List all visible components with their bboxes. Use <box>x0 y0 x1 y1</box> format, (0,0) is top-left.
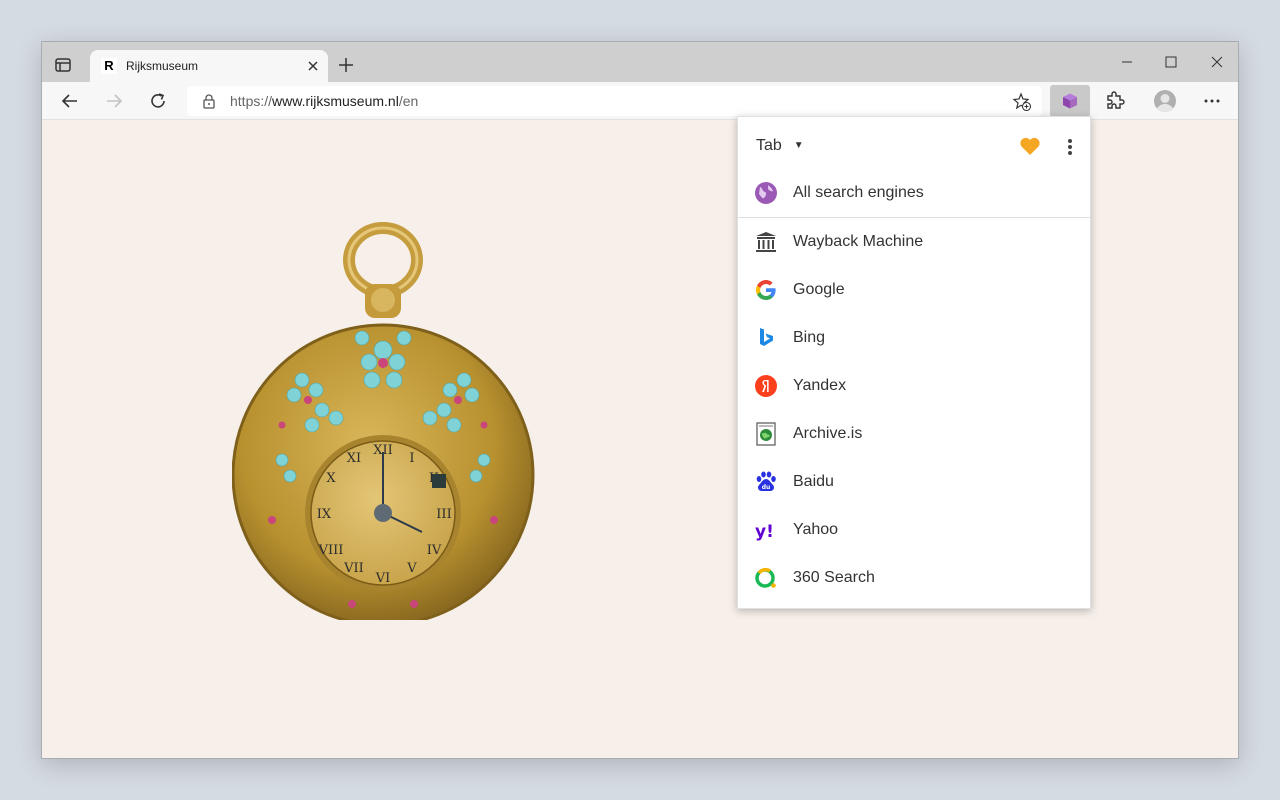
url-path: /en <box>398 93 419 109</box>
engine-item-baidu[interactable]: du Baidu <box>738 458 1090 506</box>
tab-actions-icon[interactable] <box>54 56 72 74</box>
url-host: www.rijksmuseum.nl <box>272 93 399 109</box>
address-bar[interactable]: https://www.rijksmuseum.nl/en <box>187 86 1042 116</box>
svg-text:VIII: VIII <box>318 543 344 558</box>
engine-label: Yandex <box>793 377 847 394</box>
minimize-icon[interactable] <box>1104 52 1150 72</box>
engine-item-yandex[interactable]: Yandex <box>738 362 1090 410</box>
svg-text:X: X <box>326 471 336 486</box>
search-engines-popup: Tab ▼ All search engines Wayback Machine… <box>737 116 1091 609</box>
url-scheme: https:// <box>230 93 273 109</box>
engine-label: Baidu <box>793 473 834 490</box>
heart-icon[interactable] <box>1019 136 1041 156</box>
yahoo-icon: y! <box>755 522 774 542</box>
url-text[interactable]: https://www.rijksmuseum.nl/en <box>230 93 418 109</box>
caret-down-icon: ▼ <box>793 140 804 152</box>
engine-item-wayback[interactable]: Wayback Machine <box>738 218 1090 266</box>
popup-menu-icon[interactable] <box>1060 137 1080 157</box>
baidu-icon: du <box>756 471 776 491</box>
back-icon[interactable] <box>60 91 80 111</box>
engine-label: 360 Search <box>793 569 875 586</box>
svg-text:y!: y! <box>755 522 774 542</box>
pocket-watch-image: XIIIII IIIIVV VIVIIVIII IXXXI <box>232 222 535 620</box>
close-window-icon[interactable] <box>1194 52 1239 72</box>
tab-title: Rijksmuseum <box>126 59 199 73</box>
engine-label: All search engines <box>793 184 924 201</box>
maximize-icon[interactable] <box>1148 52 1194 72</box>
wayback-icon <box>756 232 776 252</box>
engine-label: Archive.is <box>793 425 863 442</box>
lock-icon[interactable] <box>201 93 217 109</box>
bing-icon <box>760 328 773 346</box>
tab-close-icon[interactable] <box>306 59 320 73</box>
engine-label: Bing <box>793 329 826 346</box>
engine-item-yahoo[interactable]: y! Yahoo <box>738 506 1090 554</box>
refresh-icon[interactable] <box>148 91 168 111</box>
open-target-select[interactable]: Tab ▼ <box>756 137 804 155</box>
engine-item-360-search[interactable]: 360 Search <box>738 554 1090 602</box>
engine-label: Google <box>793 281 845 298</box>
engine-item-all[interactable]: All search engines <box>738 169 1090 217</box>
person-icon <box>1156 94 1174 112</box>
tab-strip: R Rijksmuseum <box>42 42 1238 82</box>
svg-text:III: III <box>436 507 451 522</box>
engine-label: Yahoo <box>793 521 839 538</box>
browser-tab[interactable]: R Rijksmuseum <box>90 50 328 82</box>
archive-is-icon <box>756 422 776 446</box>
svg-text:V: V <box>406 561 417 576</box>
engine-item-google[interactable]: Google <box>738 266 1090 314</box>
popup-header: Tab ▼ <box>738 117 1090 173</box>
svg-text:XI: XI <box>347 451 361 466</box>
engine-item-bing[interactable]: Bing <box>738 314 1090 362</box>
svg-text:du: du <box>762 484 771 491</box>
svg-text:VI: VI <box>375 571 391 586</box>
svg-text:IX: IX <box>317 507 332 522</box>
search-extension-button[interactable] <box>1050 85 1090 117</box>
google-icon <box>756 280 776 300</box>
add-favorite-icon[interactable] <box>1012 92 1032 112</box>
yandex-icon <box>755 375 777 397</box>
svg-text:VII: VII <box>343 561 364 576</box>
open-target-label: Tab <box>756 137 782 154</box>
forward-icon[interactable] <box>104 91 124 111</box>
engine-label: Wayback Machine <box>793 233 924 250</box>
browser-toolbar: https://www.rijksmuseum.nl/en <box>42 82 1238 120</box>
360-search-icon <box>755 567 776 588</box>
cube-icon <box>1063 93 1077 109</box>
extensions-icon[interactable] <box>1105 91 1125 111</box>
svg-text:I: I <box>409 451 414 466</box>
browser-window: R Rijksmuseum https://www.rijksmuseum.nl… <box>41 41 1239 759</box>
svg-text:IV: IV <box>427 543 442 558</box>
profile-avatar[interactable] <box>1154 90 1176 112</box>
more-options-icon[interactable] <box>1202 91 1222 111</box>
engine-item-archive-is[interactable]: Archive.is <box>738 410 1090 458</box>
globe-icon <box>755 182 777 204</box>
new-tab-icon[interactable] <box>338 57 354 73</box>
tab-favicon: R <box>101 58 117 74</box>
